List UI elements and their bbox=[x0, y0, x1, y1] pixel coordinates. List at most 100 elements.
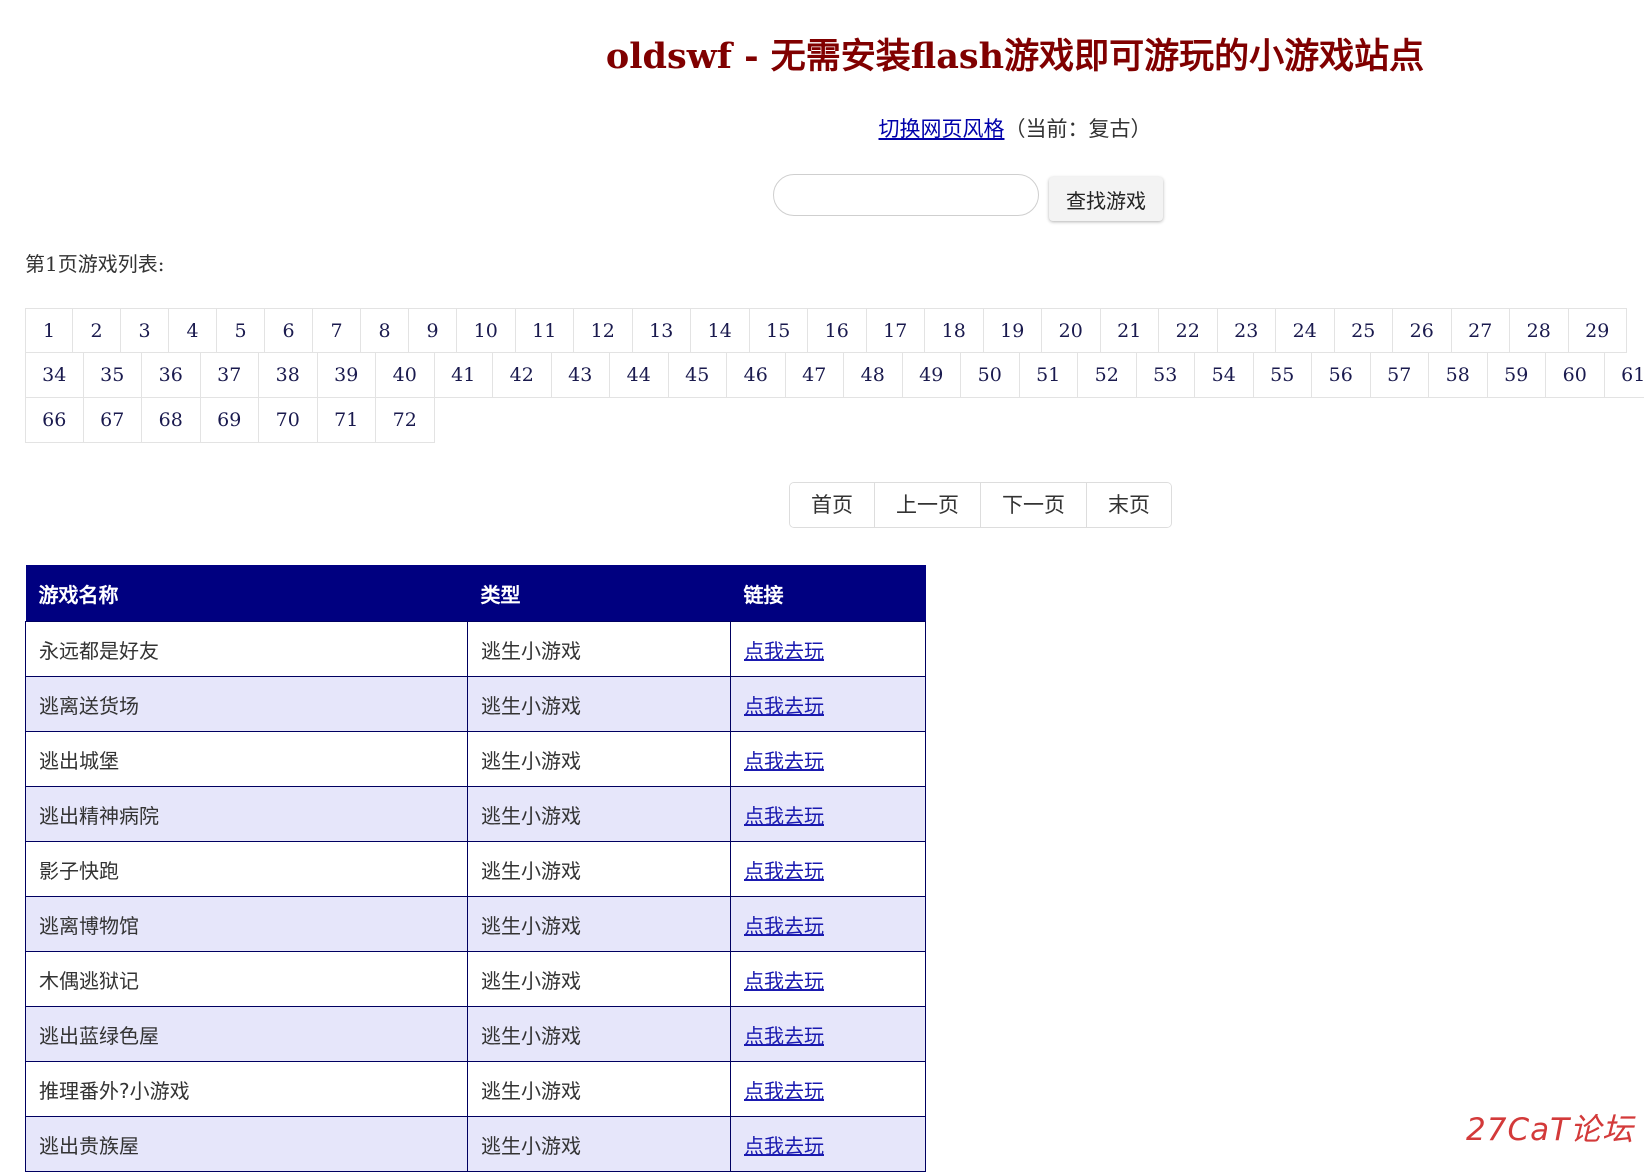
play-game-link[interactable]: 点我去玩 bbox=[744, 969, 824, 993]
page-number-link[interactable]: 52 bbox=[1078, 353, 1137, 398]
page-number-link[interactable]: 47 bbox=[786, 353, 845, 398]
page-number-link[interactable]: 38 bbox=[259, 353, 318, 398]
page-number-link[interactable]: 24 bbox=[1276, 308, 1335, 353]
play-game-link[interactable]: 点我去玩 bbox=[744, 639, 824, 663]
page-number-link[interactable]: 70 bbox=[259, 398, 318, 443]
game-link-cell: 点我去玩 bbox=[731, 842, 926, 897]
page-number-link[interactable]: 35 bbox=[84, 353, 143, 398]
page-number-link[interactable]: 37 bbox=[201, 353, 260, 398]
game-name-cell: 永远都是好友 bbox=[26, 622, 468, 677]
page-number-link[interactable]: 2 bbox=[73, 308, 121, 353]
page-number-link[interactable]: 72 bbox=[376, 398, 435, 443]
page-number-link[interactable]: 40 bbox=[376, 353, 435, 398]
switch-style-link[interactable]: 切换网页风格 bbox=[879, 117, 1005, 141]
page-number-link[interactable]: 49 bbox=[903, 353, 962, 398]
page-number-link[interactable]: 36 bbox=[142, 353, 201, 398]
page-number-link[interactable]: 69 bbox=[201, 398, 260, 443]
page-number-link[interactable]: 54 bbox=[1195, 353, 1254, 398]
game-type-cell: 逃生小游戏 bbox=[468, 677, 731, 732]
next-page-button[interactable]: 下一页 bbox=[980, 483, 1086, 527]
header-link: 链接 bbox=[731, 565, 926, 622]
page-number-link[interactable]: 19 bbox=[984, 308, 1043, 353]
page-number-link[interactable]: 9 bbox=[409, 308, 457, 353]
page-number-link[interactable]: 17 bbox=[867, 308, 926, 353]
page-number-link[interactable]: 12 bbox=[574, 308, 633, 353]
page-number-link[interactable]: 55 bbox=[1254, 353, 1313, 398]
page-number-link[interactable]: 8 bbox=[361, 308, 409, 353]
page-title: oldswf - 无需安装flash游戏即可游玩的小游戏站点 bbox=[0, 28, 1644, 79]
page-number-link[interactable]: 16 bbox=[808, 308, 867, 353]
page-number-link[interactable]: 22 bbox=[1159, 308, 1218, 353]
page-number-link[interactable]: 50 bbox=[961, 353, 1020, 398]
table-row: 逃离送货场逃生小游戏点我去玩 bbox=[26, 677, 926, 732]
search-input[interactable] bbox=[773, 174, 1039, 216]
play-game-link[interactable]: 点我去玩 bbox=[744, 749, 824, 773]
page-number-link[interactable]: 18 bbox=[925, 308, 984, 353]
page-number-link[interactable]: 58 bbox=[1429, 353, 1488, 398]
game-name-cell: 逃出城堡 bbox=[26, 732, 468, 787]
page-number-link[interactable]: 45 bbox=[669, 353, 728, 398]
page-number-link[interactable]: 6 bbox=[265, 308, 313, 353]
page-number-link[interactable]: 51 bbox=[1020, 353, 1079, 398]
page-number-link[interactable]: 23 bbox=[1218, 308, 1277, 353]
header-type: 类型 bbox=[468, 565, 731, 622]
page-number-link[interactable]: 56 bbox=[1312, 353, 1371, 398]
page-number-link[interactable]: 39 bbox=[318, 353, 377, 398]
game-link-cell: 点我去玩 bbox=[731, 1062, 926, 1117]
page-number-link[interactable]: 26 bbox=[1393, 308, 1452, 353]
page-number-link[interactable]: 44 bbox=[610, 353, 669, 398]
page-number-link[interactable]: 28 bbox=[1510, 308, 1569, 353]
play-game-link[interactable]: 点我去玩 bbox=[744, 804, 824, 828]
game-name-cell: 逃出贵族屋 bbox=[26, 1117, 468, 1172]
table-header-row: 游戏名称 类型 链接 bbox=[26, 565, 926, 622]
page-number-link[interactable]: 15 bbox=[750, 308, 809, 353]
page-number-link[interactable]: 27 bbox=[1452, 308, 1511, 353]
page-number-link[interactable]: 3 bbox=[121, 308, 169, 353]
play-game-link[interactable]: 点我去玩 bbox=[744, 1134, 824, 1158]
game-name-cell: 推理番外?小游戏 bbox=[26, 1062, 468, 1117]
page-number-link[interactable]: 61 bbox=[1605, 353, 1644, 398]
page-number-link[interactable]: 1 bbox=[25, 308, 73, 353]
page-number-link[interactable]: 29 bbox=[1569, 308, 1628, 353]
play-game-link[interactable]: 点我去玩 bbox=[744, 1079, 824, 1103]
search-button[interactable]: 查找游戏 bbox=[1049, 177, 1163, 221]
page-number-link[interactable]: 13 bbox=[633, 308, 692, 353]
page-number-link[interactable]: 43 bbox=[552, 353, 611, 398]
game-link-cell: 点我去玩 bbox=[731, 897, 926, 952]
last-page-button[interactable]: 末页 bbox=[1086, 483, 1171, 527]
page-number-link[interactable]: 5 bbox=[217, 308, 265, 353]
prev-page-button[interactable]: 上一页 bbox=[874, 483, 980, 527]
first-page-button[interactable]: 首页 bbox=[790, 483, 874, 527]
play-game-link[interactable]: 点我去玩 bbox=[744, 694, 824, 718]
page-number-link[interactable]: 21 bbox=[1101, 308, 1160, 353]
page-number-link[interactable]: 10 bbox=[457, 308, 516, 353]
game-type-cell: 逃生小游戏 bbox=[468, 1007, 731, 1062]
page-number-link[interactable]: 7 bbox=[313, 308, 361, 353]
page-number-link[interactable]: 59 bbox=[1488, 353, 1547, 398]
play-game-link[interactable]: 点我去玩 bbox=[744, 1024, 824, 1048]
game-link-cell: 点我去玩 bbox=[731, 677, 926, 732]
page-number-link[interactable]: 41 bbox=[435, 353, 494, 398]
table-row: 影子快跑逃生小游戏点我去玩 bbox=[26, 842, 926, 897]
page-number-link[interactable]: 20 bbox=[1042, 308, 1101, 353]
play-game-link[interactable]: 点我去玩 bbox=[744, 859, 824, 883]
pagination: 首页 上一页 下一页 末页 bbox=[789, 482, 1172, 528]
page-number-link[interactable]: 42 bbox=[493, 353, 552, 398]
page-number-link[interactable]: 60 bbox=[1546, 353, 1605, 398]
page-number-link[interactable]: 4 bbox=[169, 308, 217, 353]
page-number-link[interactable]: 14 bbox=[691, 308, 750, 353]
page-number-link[interactable]: 34 bbox=[25, 353, 84, 398]
page-number-link[interactable]: 11 bbox=[516, 308, 575, 353]
table-row: 逃离博物馆逃生小游戏点我去玩 bbox=[26, 897, 926, 952]
page-number-link[interactable]: 53 bbox=[1137, 353, 1196, 398]
play-game-link[interactable]: 点我去玩 bbox=[744, 914, 824, 938]
page-number-link[interactable]: 25 bbox=[1335, 308, 1394, 353]
page-number-link[interactable]: 57 bbox=[1371, 353, 1430, 398]
page-number-link[interactable]: 68 bbox=[142, 398, 201, 443]
page-number-link[interactable]: 71 bbox=[318, 398, 377, 443]
page-number-link[interactable]: 48 bbox=[844, 353, 903, 398]
page-number-link[interactable]: 46 bbox=[727, 353, 786, 398]
page-number-link[interactable]: 66 bbox=[25, 398, 84, 443]
game-link-cell: 点我去玩 bbox=[731, 622, 926, 677]
page-number-link[interactable]: 67 bbox=[84, 398, 143, 443]
